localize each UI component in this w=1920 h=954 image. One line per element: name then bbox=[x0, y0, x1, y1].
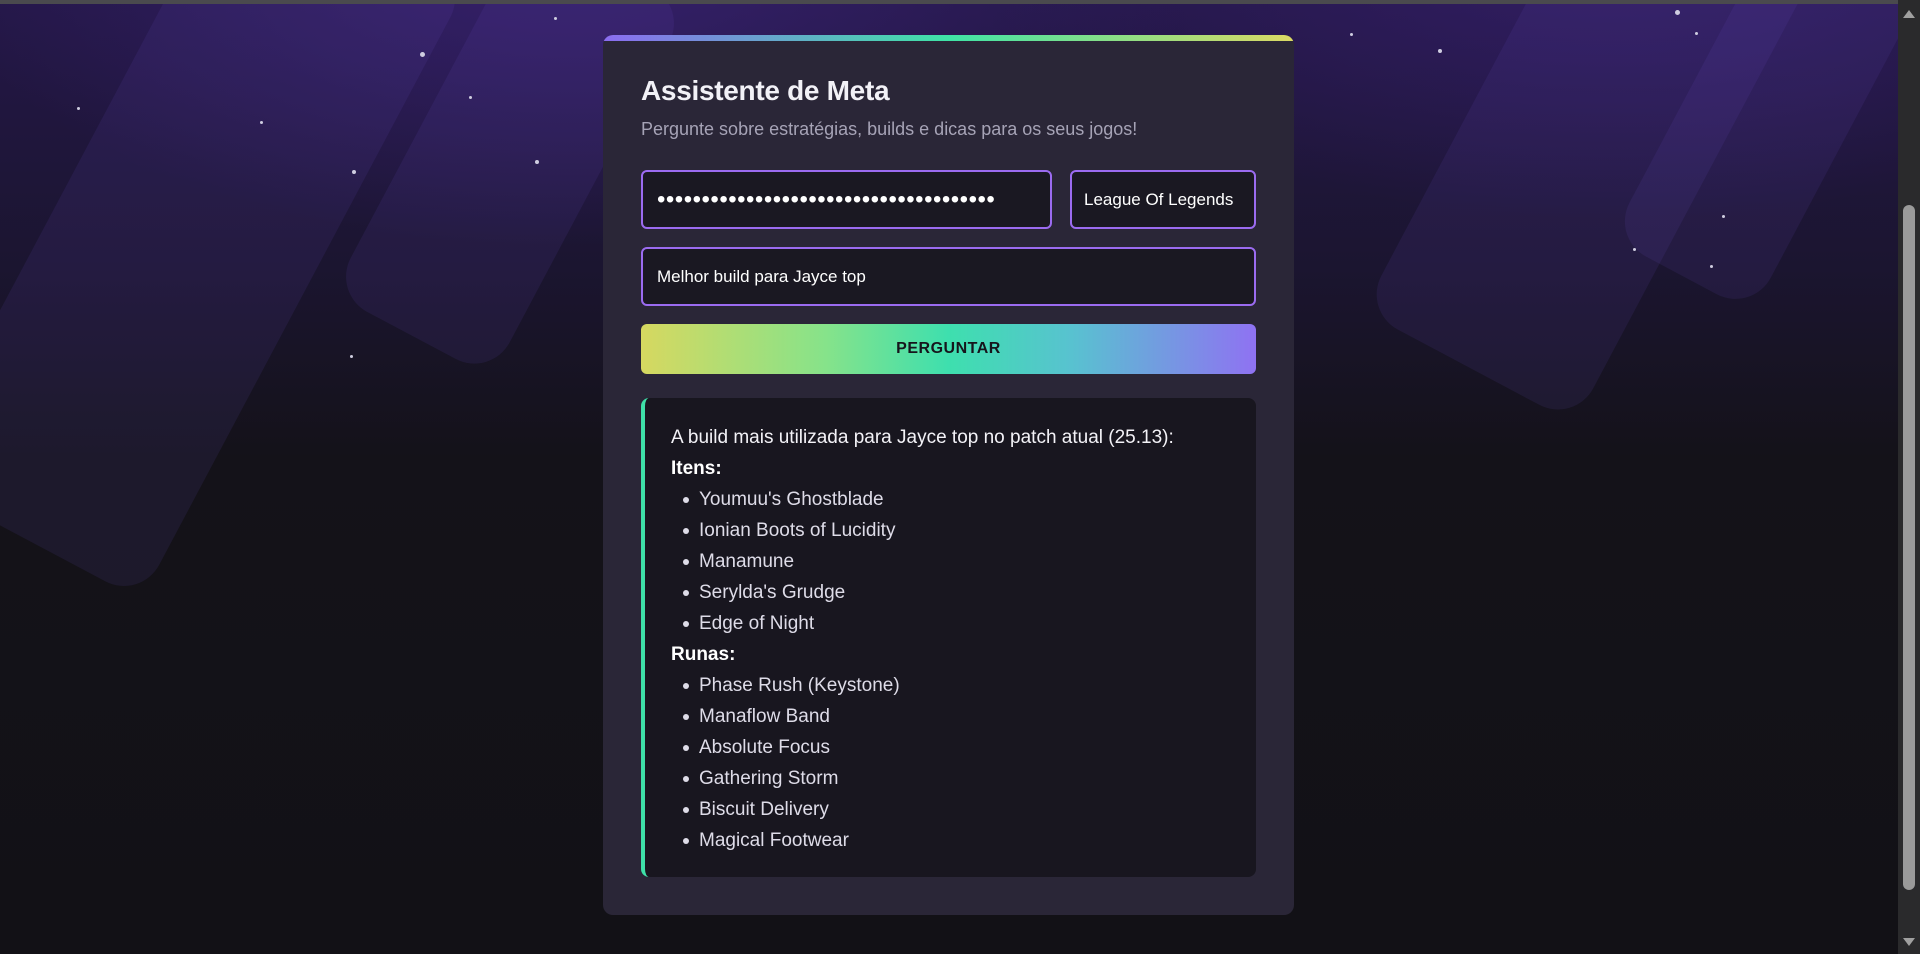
list-item: Phase Rush (Keystone) bbox=[683, 670, 1230, 701]
star bbox=[1710, 265, 1713, 268]
items-heading: Itens: bbox=[671, 458, 722, 479]
star bbox=[77, 107, 80, 110]
star bbox=[260, 121, 263, 124]
scroll-down-arrow-icon[interactable] bbox=[1903, 938, 1915, 946]
list-item: Manamune bbox=[683, 546, 1230, 577]
star bbox=[554, 17, 557, 20]
list-item: Absolute Focus bbox=[683, 732, 1230, 763]
star bbox=[1722, 215, 1725, 218]
card-gradient-bar bbox=[603, 35, 1294, 41]
scrollbar-thumb[interactable] bbox=[1903, 205, 1915, 890]
list-item: Gathering Storm bbox=[683, 763, 1230, 794]
star bbox=[1695, 32, 1698, 35]
star bbox=[1675, 10, 1680, 15]
items-list: Youmuu's Ghostblade Ionian Boots of Luci… bbox=[671, 484, 1230, 639]
list-item: Youmuu's Ghostblade bbox=[683, 484, 1230, 515]
star bbox=[1438, 49, 1442, 53]
assistant-card: Assistente de Meta Pergunte sobre estrat… bbox=[603, 35, 1294, 915]
list-item: Biscuit Delivery bbox=[683, 794, 1230, 825]
star bbox=[350, 355, 353, 358]
star bbox=[469, 96, 472, 99]
list-item: Magical Footwear bbox=[683, 825, 1230, 856]
list-item: Edge of Night bbox=[683, 608, 1230, 639]
runes-list: Phase Rush (Keystone) Manaflow Band Abso… bbox=[671, 670, 1230, 856]
star bbox=[535, 160, 539, 164]
api-key-input[interactable]: •••••••••••••••••••••••••••••••••••••• bbox=[641, 170, 1052, 229]
page-title: Assistente de Meta bbox=[641, 75, 890, 106]
star bbox=[352, 170, 356, 174]
list-item: Serylda's Grudge bbox=[683, 577, 1230, 608]
ask-button[interactable]: PERGUNTAR bbox=[641, 324, 1256, 374]
star bbox=[420, 52, 425, 57]
answer-intro: A build mais utilizada para Jayce top no… bbox=[671, 427, 1174, 448]
star bbox=[1633, 248, 1636, 251]
game-select[interactable]: League Of Legends bbox=[1070, 170, 1256, 229]
page-scrollbar[interactable] bbox=[1898, 0, 1920, 954]
list-item: Manaflow Band bbox=[683, 701, 1230, 732]
question-input[interactable]: Melhor build para Jayce top bbox=[641, 247, 1256, 306]
window-top-border bbox=[0, 0, 1920, 4]
page-subtitle: Pergunte sobre estratégias, builds e dic… bbox=[641, 119, 1138, 139]
scroll-up-arrow-icon[interactable] bbox=[1903, 10, 1915, 18]
runes-heading: Runas: bbox=[671, 644, 736, 665]
star bbox=[1350, 33, 1353, 36]
list-item: Ionian Boots of Lucidity bbox=[683, 515, 1230, 546]
answer-panel: A build mais utilizada para Jayce top no… bbox=[641, 398, 1256, 877]
